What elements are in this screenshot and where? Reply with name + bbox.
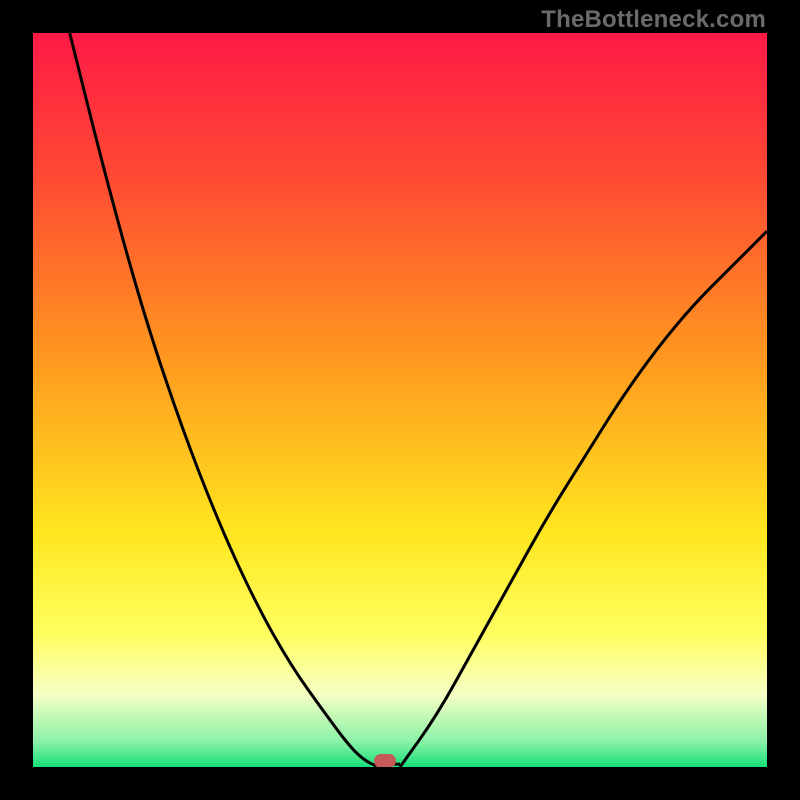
watermark-text: TheBottleneck.com <box>541 6 766 34</box>
curve-left-branch <box>70 33 378 767</box>
curve-right-branch <box>400 231 767 767</box>
minimum-marker <box>374 754 396 767</box>
bottleneck-curve <box>33 33 767 767</box>
chart-frame: TheBottleneck.com <box>0 0 800 800</box>
plot-area <box>33 33 767 767</box>
